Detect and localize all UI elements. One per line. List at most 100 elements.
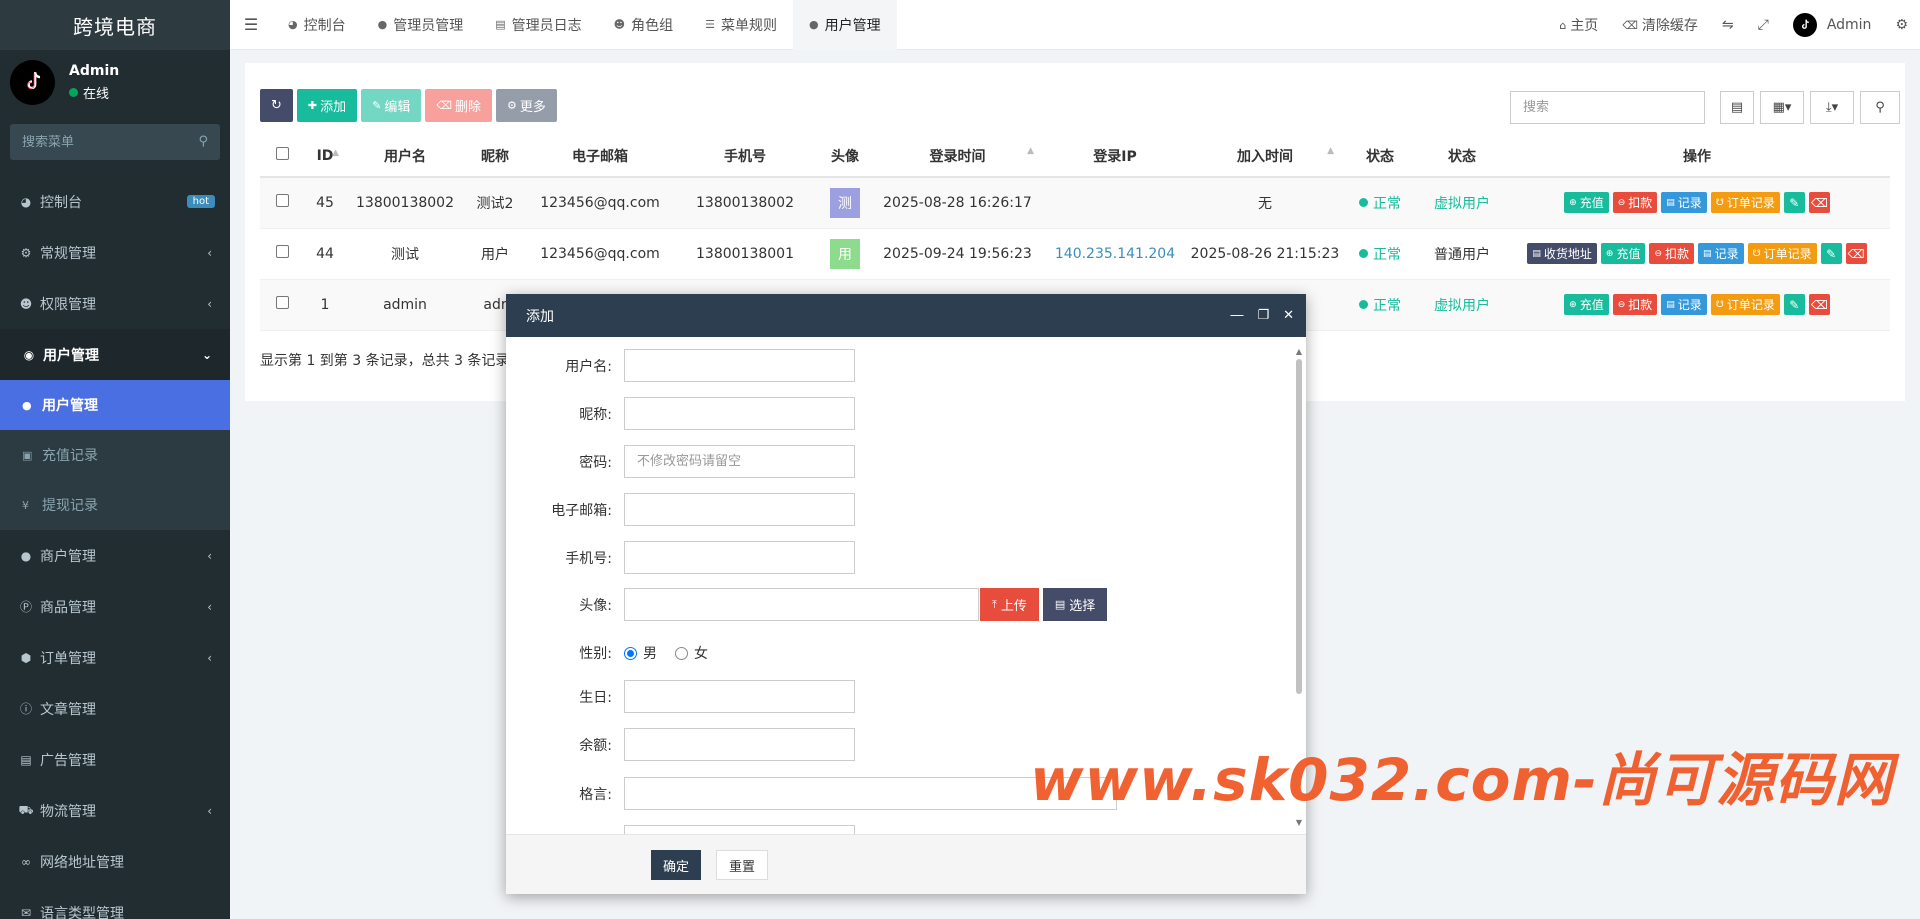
select-all-cell[interactable] bbox=[260, 135, 305, 178]
tab-menu-rule[interactable]: ☰ 菜单规则 bbox=[689, 0, 793, 50]
status-badge[interactable]: 正常 bbox=[1359, 244, 1401, 264]
sidebar-item-permission[interactable]: ☻ 权限管理 ‹ bbox=[0, 278, 230, 329]
balance-field[interactable] bbox=[624, 728, 855, 761]
avatar-field[interactable] bbox=[624, 588, 979, 621]
avatar[interactable]: 用 bbox=[830, 238, 860, 269]
sidebar-subitem-recharge[interactable]: ▣ 充值记录 bbox=[0, 430, 230, 480]
sidebar-item-ad[interactable]: ▤ 广告管理 bbox=[0, 734, 230, 785]
fullscreen-icon[interactable]: ⤢ bbox=[1746, 17, 1781, 33]
menu-toggle-icon[interactable]: ☰ bbox=[230, 15, 272, 34]
settings-icon[interactable]: ⚙ bbox=[1883, 17, 1920, 33]
record-button[interactable]: ▤ 记录 bbox=[1698, 243, 1744, 264]
search-icon[interactable]: ⚲ bbox=[198, 134, 208, 149]
confirm-button[interactable]: 确定 bbox=[651, 850, 702, 880]
app-logo[interactable]: 跨境电商 bbox=[0, 0, 230, 50]
table-search-input[interactable] bbox=[1510, 91, 1705, 124]
birthday-field[interactable] bbox=[624, 680, 855, 713]
sidebar-item-user[interactable]: ◉ 用户管理 ⌄ bbox=[0, 329, 230, 380]
th-login-time[interactable]: 登录时间 ▲ bbox=[875, 135, 1040, 178]
next-field[interactable] bbox=[624, 825, 855, 834]
maximize-icon[interactable]: ❐ bbox=[1257, 308, 1269, 323]
recharge-button[interactable]: ⊕ 充值 bbox=[1564, 294, 1609, 315]
sidebar-item-general[interactable]: ⚙ 常规管理 ‹ bbox=[0, 227, 230, 278]
select-all-checkbox[interactable] bbox=[276, 147, 289, 160]
scroll-down-icon[interactable]: ▼ bbox=[1294, 818, 1304, 827]
delete-row-button[interactable]: ⌫ bbox=[1808, 294, 1830, 315]
row-checkbox[interactable] bbox=[276, 296, 289, 309]
home-link[interactable]: ⌂ 主页 bbox=[1547, 15, 1610, 35]
export-button[interactable]: ⤓▾ bbox=[1810, 91, 1854, 124]
tab-dashboard[interactable]: ◕ 控制台 bbox=[272, 0, 362, 50]
deduct-button[interactable]: ⊖ 扣款 bbox=[1612, 294, 1658, 315]
sidebar-item-logistics[interactable]: ⛟ 物流管理 ‹ bbox=[0, 785, 230, 836]
more-button[interactable]: ⚙ 更多 bbox=[495, 89, 557, 122]
order-record-button[interactable]: ☋ 订单记录 bbox=[1747, 243, 1817, 264]
choose-button[interactable]: ▤ 选择 bbox=[1042, 588, 1108, 621]
order-record-button[interactable]: ☋ 订单记录 bbox=[1710, 294, 1780, 315]
sidebar-item-product[interactable]: Ⓟ 商品管理 ‹ bbox=[0, 581, 230, 632]
sidebar-item-merchant[interactable]: ● 商户管理 ‹ bbox=[0, 530, 230, 581]
card-view-button[interactable]: ▤ bbox=[1720, 91, 1754, 124]
admin-menu[interactable]: Admin bbox=[1781, 13, 1884, 37]
tab-admin[interactable]: ● 管理员管理 bbox=[362, 0, 480, 50]
deduct-button[interactable]: ⊖ 扣款 bbox=[1649, 243, 1695, 264]
sidebar-item-language[interactable]: ✉ 语言类型管理 bbox=[0, 887, 230, 919]
gender-female-label[interactable]: 女 bbox=[694, 643, 708, 663]
language-switch-icon[interactable]: ⇋ bbox=[1710, 17, 1746, 33]
scroll-thumb[interactable] bbox=[1296, 359, 1302, 694]
scroll-up-icon[interactable]: ▲ bbox=[1294, 347, 1304, 356]
email-field[interactable] bbox=[624, 493, 855, 526]
user-type-link[interactable]: 虚拟用户 bbox=[1434, 196, 1490, 212]
order-record-button[interactable]: ☋ 订单记录 bbox=[1710, 192, 1780, 214]
delete-button[interactable]: ⌫ 删除 bbox=[425, 89, 492, 122]
nickname-field[interactable] bbox=[624, 397, 855, 430]
deduct-button[interactable]: ⊖ 扣款 bbox=[1612, 192, 1658, 214]
status-badge[interactable]: 正常 bbox=[1359, 295, 1401, 315]
username-field[interactable] bbox=[624, 349, 855, 382]
add-button[interactable]: ✚ 添加 bbox=[296, 89, 358, 122]
user-type-link[interactable]: 虚拟用户 bbox=[1434, 298, 1490, 314]
record-button[interactable]: ▤ 记录 bbox=[1661, 192, 1707, 214]
sidebar-item-order[interactable]: ⬢ 订单管理 ‹ bbox=[0, 632, 230, 683]
refresh-button[interactable]: ↻ bbox=[260, 89, 293, 122]
th-id[interactable]: ID ▲ bbox=[305, 135, 345, 178]
avatar[interactable]: 测 bbox=[830, 187, 860, 218]
recharge-button[interactable]: ⊕ 充值 bbox=[1600, 243, 1646, 264]
columns-button[interactable]: ▦▾ bbox=[1760, 91, 1804, 124]
address-button[interactable]: ▤ 收货地址 bbox=[1527, 243, 1597, 264]
recharge-button[interactable]: ⊕ 充值 bbox=[1564, 192, 1609, 214]
mobile-field[interactable] bbox=[624, 541, 855, 574]
reset-button[interactable]: 重置 bbox=[716, 850, 769, 880]
status-badge[interactable]: 正常 bbox=[1359, 193, 1401, 213]
sidebar-subitem-user[interactable]: ● 用户管理 bbox=[0, 380, 230, 430]
tab-role-group[interactable]: ☻ 角色组 bbox=[598, 0, 689, 50]
dialog-header[interactable]: 添加 ― ❐ ✕ bbox=[506, 294, 1306, 337]
row-checkbox[interactable] bbox=[276, 245, 289, 258]
edit-row-button[interactable]: ✎ bbox=[1820, 243, 1842, 264]
tab-user[interactable]: ● 用户管理 bbox=[792, 0, 897, 50]
gender-female-radio[interactable] bbox=[675, 646, 688, 660]
edit-row-button[interactable]: ✎ bbox=[1783, 294, 1805, 315]
search-toggle-button[interactable]: ⚲ bbox=[1860, 91, 1900, 124]
tab-admin-log[interactable]: ▤ 管理员日志 bbox=[479, 0, 597, 50]
row-checkbox[interactable] bbox=[276, 194, 289, 208]
gender-male-radio[interactable] bbox=[624, 646, 637, 660]
password-field[interactable] bbox=[624, 445, 855, 478]
clear-cache-link[interactable]: ⌫ 清除缓存 bbox=[1610, 15, 1710, 35]
edit-button[interactable]: ✎ 编辑 bbox=[361, 89, 422, 122]
delete-row-button[interactable]: ⌫ bbox=[1845, 243, 1867, 264]
sidebar-item-network[interactable]: ∞ 网络地址管理 bbox=[0, 836, 230, 887]
login-ip-link[interactable]: 140.235.141.204 bbox=[1055, 246, 1175, 262]
sidebar-item-article[interactable]: ⓘ 文章管理 bbox=[0, 683, 230, 734]
edit-row-button[interactable]: ✎ bbox=[1783, 192, 1805, 214]
upload-button[interactable]: ⤒ 上传 bbox=[980, 588, 1039, 621]
minimize-icon[interactable]: ― bbox=[1230, 308, 1243, 323]
sidebar-item-dashboard[interactable]: ◕ 控制台 hot bbox=[0, 176, 230, 227]
delete-row-button[interactable]: ⌫ bbox=[1808, 192, 1830, 214]
th-join-time[interactable]: 加入时间 ▲ bbox=[1190, 135, 1340, 178]
record-button[interactable]: ▤ 记录 bbox=[1661, 294, 1707, 315]
close-icon[interactable]: ✕ bbox=[1283, 308, 1294, 323]
sidebar-subitem-withdraw[interactable]: ¥ 提现记录 bbox=[0, 480, 230, 530]
sidebar-search-input[interactable] bbox=[22, 134, 182, 150]
gender-male-label[interactable]: 男 bbox=[643, 643, 657, 663]
